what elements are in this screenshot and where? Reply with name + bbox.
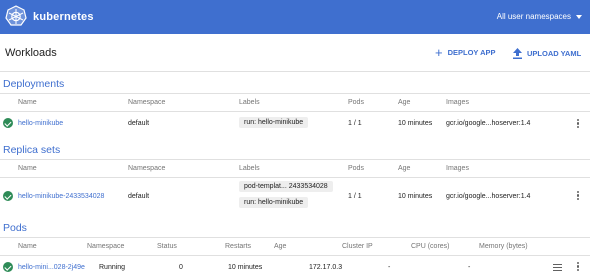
caret-down-icon bbox=[576, 14, 582, 19]
divider bbox=[0, 159, 590, 160]
pods-value: 1 / 1 bbox=[348, 193, 362, 200]
namespace-selector[interactable]: All user namespaces bbox=[497, 12, 582, 21]
namespace-selector-label: All user namespaces bbox=[496, 12, 571, 21]
column-header-namespace[interactable]: Namespace bbox=[87, 243, 124, 250]
deploy-app-label: DEPLOY APP bbox=[447, 48, 496, 57]
divider bbox=[0, 177, 590, 178]
more-vert-icon[interactable] bbox=[576, 119, 580, 130]
column-header-memory: Memory (bytes) bbox=[479, 243, 528, 250]
pods-value: 1 / 1 bbox=[348, 120, 362, 127]
page-title: Workloads bbox=[5, 47, 57, 59]
column-header-namespace[interactable]: Namespace bbox=[128, 99, 165, 106]
column-header-pods: Pods bbox=[348, 99, 364, 106]
divider bbox=[0, 255, 590, 256]
replica-set-name-link[interactable]: hello-minikube-2433534028 bbox=[18, 193, 104, 200]
divider bbox=[0, 237, 590, 238]
column-header-age[interactable]: Age bbox=[274, 243, 286, 250]
column-header-name[interactable]: Name bbox=[18, 99, 37, 106]
image-value: gcr.io/google...hoserver:1.4 bbox=[446, 193, 531, 200]
column-header-images: Images bbox=[446, 99, 469, 106]
logs-icon[interactable] bbox=[553, 264, 562, 272]
namespace-value: default bbox=[128, 193, 150, 200]
cluster-ip-value: 172.17.0.3 bbox=[309, 264, 343, 271]
memory-value: - bbox=[468, 264, 471, 271]
status-value: Running bbox=[99, 264, 126, 271]
deploy-app-button[interactable]: + DEPLOY APP bbox=[435, 45, 496, 60]
column-header-pods: Pods bbox=[348, 165, 364, 172]
more-vert-icon[interactable] bbox=[576, 191, 580, 202]
divider bbox=[0, 93, 590, 94]
column-header-status: Status bbox=[157, 243, 177, 250]
deployments-title: Deployments bbox=[3, 78, 65, 90]
column-header-name[interactable]: Name bbox=[18, 243, 37, 250]
check-circle-icon bbox=[3, 118, 13, 128]
replica-sets-title: Replica sets bbox=[3, 144, 61, 156]
check-circle-icon bbox=[3, 262, 13, 272]
label-chip: pod-templat... 2433534028 bbox=[239, 181, 333, 192]
top-bar: kubernetes All user namespaces bbox=[0, 0, 590, 34]
column-header-age[interactable]: Age bbox=[398, 99, 410, 106]
column-header-cluster-ip: Cluster IP bbox=[342, 243, 373, 250]
column-header-images: Images bbox=[446, 165, 469, 172]
column-header-restarts: Restarts bbox=[225, 243, 252, 250]
divider bbox=[0, 111, 590, 112]
image-value: gcr.io/google...hoserver:1.4 bbox=[446, 120, 531, 127]
more-vert-icon[interactable] bbox=[576, 262, 580, 273]
upload-icon bbox=[513, 48, 522, 59]
column-header-name[interactable]: Name bbox=[18, 165, 37, 172]
upload-yaml-button[interactable]: UPLOAD YAML bbox=[513, 48, 581, 59]
age-value: 10 minutes bbox=[228, 264, 263, 271]
page-header: Workloads + DEPLOY APP UPLOAD YAML bbox=[0, 34, 590, 72]
plus-icon: + bbox=[435, 45, 443, 60]
restarts-value: 0 bbox=[179, 264, 183, 271]
column-header-namespace[interactable]: Namespace bbox=[128, 165, 165, 172]
column-header-labels: Labels bbox=[239, 99, 260, 106]
upload-yaml-label: UPLOAD YAML bbox=[527, 49, 582, 58]
column-header-labels: Labels bbox=[239, 165, 260, 172]
cpu-value: - bbox=[388, 264, 391, 271]
label-chip: run: hello-minikube bbox=[239, 117, 309, 128]
deployment-name-link[interactable]: hello-minikube bbox=[18, 120, 63, 127]
pods-title: Pods bbox=[3, 222, 27, 234]
age-value: 10 minutes bbox=[398, 193, 433, 200]
label-chip: run: hello-minikube bbox=[239, 197, 309, 208]
kubernetes-wheel-icon[interactable] bbox=[5, 5, 27, 27]
check-circle-icon bbox=[3, 191, 13, 201]
brand-name[interactable]: kubernetes bbox=[33, 11, 94, 23]
namespace-value: default bbox=[128, 120, 150, 127]
pod-name-link[interactable]: hello-mini...028-2j49e bbox=[18, 264, 85, 271]
column-header-cpu: CPU (cores) bbox=[411, 243, 450, 250]
column-header-age[interactable]: Age bbox=[398, 165, 410, 172]
age-value: 10 minutes bbox=[398, 120, 433, 127]
